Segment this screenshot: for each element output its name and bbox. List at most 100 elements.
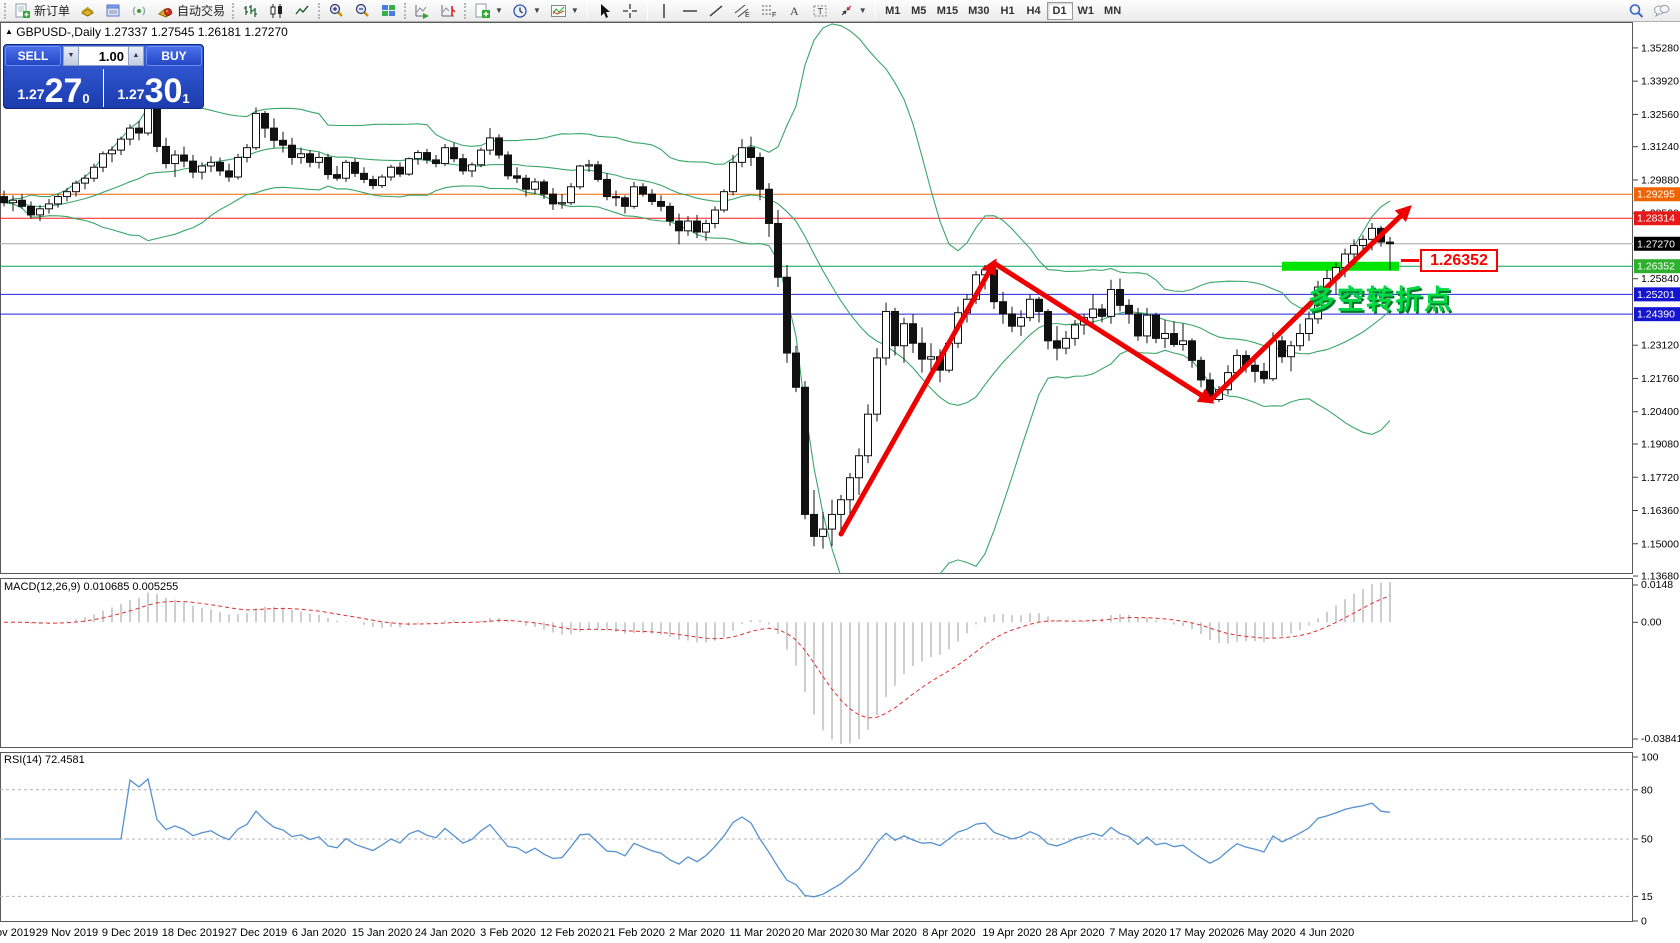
sell-price-prefix: 1.27: [17, 86, 44, 102]
svg-text:1.29880: 1.29880: [1641, 174, 1679, 186]
timeframe-m30[interactable]: M30: [963, 2, 994, 20]
tile-windows-icon: [380, 3, 397, 19]
text-label-tool-button[interactable]: T: [808, 1, 833, 21]
chat-icon[interactable]: [1653, 3, 1670, 19]
svg-text:1.31240: 1.31240: [1641, 141, 1679, 153]
sell-price-display[interactable]: 1.27 27 0: [4, 67, 103, 109]
svg-text:1.33920: 1.33920: [1641, 76, 1679, 88]
auto-trading-icon: [157, 3, 174, 19]
trendline-tool-button[interactable]: [704, 1, 729, 21]
new-order-button[interactable]: 新订单: [10, 1, 74, 21]
channel-tool-button[interactable]: E: [730, 1, 755, 21]
search-icon[interactable]: [1628, 3, 1645, 19]
macd-label: MACD(12,26,9) 0.010685 0.005255: [4, 581, 178, 593]
svg-text:1.27270: 1.27270: [1637, 238, 1675, 250]
horizontal-line-tool-button[interactable]: [678, 1, 703, 21]
price-axis: 1.352801.339201.325601.312401.298801.285…: [1633, 42, 1680, 582]
market-watch-button[interactable]: [75, 1, 100, 21]
signal-icon: [131, 3, 148, 19]
vertical-line-tool-button[interactable]: [652, 1, 677, 21]
vertical-line-icon: [656, 3, 673, 19]
toolbar-separator: [647, 2, 648, 20]
rsi-pane[interactable]: 1008050150: [0, 752, 1659, 928]
timeframe-d1[interactable]: D1: [1047, 2, 1073, 20]
line-chart-mode-button[interactable]: [290, 1, 315, 21]
svg-text:20 Mar 2020: 20 Mar 2020: [792, 927, 854, 939]
volume-input[interactable]: 1.00: [79, 46, 128, 66]
timeframe-m15[interactable]: M15: [932, 2, 963, 20]
tile-windows-button[interactable]: [376, 1, 401, 21]
new-chart-button[interactable]: ▼: [470, 1, 507, 21]
clock-icon: [512, 3, 529, 19]
svg-text:1.35280: 1.35280: [1641, 42, 1679, 54]
candle-chart-mode-button[interactable]: [264, 1, 289, 21]
svg-text:17 May 2020: 17 May 2020: [1169, 927, 1233, 939]
periods-button[interactable]: ▼: [508, 1, 545, 21]
rsi-line: [4, 779, 1390, 897]
svg-text:1.25201: 1.25201: [1637, 289, 1675, 301]
data-window-button[interactable]: [101, 1, 126, 21]
trendline-icon: [708, 3, 725, 19]
turning-point-note[interactable]: 多空转折点: [1308, 278, 1453, 317]
sell-button[interactable]: SELL: [5, 46, 61, 66]
zoom-out-icon: [354, 3, 371, 19]
auto-scroll-icon: [414, 3, 431, 19]
buy-price-display[interactable]: 1.27 30 1: [104, 67, 203, 109]
price-flag-label[interactable]: 1.26352: [1420, 249, 1498, 272]
volume-down-button[interactable]: ▼: [63, 46, 79, 66]
equidistant-channel-icon: E: [734, 3, 751, 19]
svg-text:21 Feb 2020: 21 Feb 2020: [603, 927, 665, 939]
cursor-icon: [596, 3, 613, 19]
svg-text:80: 80: [1641, 784, 1653, 796]
zigzag-arrow-2[interactable]: [994, 263, 1210, 401]
zigzag-arrow-1[interactable]: [841, 263, 994, 534]
chart-marker-icon: ▲: [5, 27, 13, 36]
crosshair-icon: [622, 3, 639, 19]
toolbar-separator: [875, 2, 876, 20]
timeframe-w1[interactable]: W1: [1073, 2, 1100, 20]
indicators-button[interactable]: ▼: [546, 1, 583, 21]
new-order-icon: [14, 3, 31, 19]
svg-text:50: 50: [1641, 834, 1653, 846]
cursor-tool-button[interactable]: [592, 1, 617, 21]
svg-text:19 Apr 2020: 19 Apr 2020: [982, 927, 1041, 939]
auto-trading-button[interactable]: 自动交易: [153, 1, 229, 21]
toolbar-grip: [232, 3, 235, 19]
date-axis[interactable]: 20 Nov 201929 Nov 20199 Dec 201918 Dec 2…: [0, 927, 1354, 939]
svg-text:29 Nov 2019: 29 Nov 2019: [36, 927, 98, 939]
zoom-in-button[interactable]: [324, 1, 349, 21]
bar-chart-icon: [242, 3, 259, 19]
bollinger-middle[interactable]: [4, 148, 1390, 406]
svg-text:12 Feb 2020: 12 Feb 2020: [540, 927, 602, 939]
candles-layer[interactable]: [1, 95, 1394, 549]
fibonacci-icon: F: [760, 3, 777, 19]
dropdown-caret: ▼: [571, 6, 579, 15]
chart-canvas[interactable]: 1.352801.339201.325601.312401.298801.285…: [0, 22, 1680, 943]
strategy-tester-button[interactable]: [127, 1, 152, 21]
bollinger-lower[interactable]: [4, 186, 1390, 623]
main-pane[interactable]: [0, 24, 1633, 623]
text-tool-button[interactable]: A: [782, 1, 807, 21]
main-toolbar: 新订单 自动交易 ▼ ▼: [0, 0, 1680, 22]
svg-text:1.26352: 1.26352: [1637, 261, 1675, 273]
svg-text:T: T: [817, 6, 823, 16]
crosshair-tool-button[interactable]: [618, 1, 643, 21]
bar-chart-mode-button[interactable]: [238, 1, 263, 21]
timeframe-mn[interactable]: MN: [1099, 2, 1126, 20]
fibonacci-tool-button[interactable]: F: [756, 1, 781, 21]
buy-button[interactable]: BUY: [146, 46, 202, 66]
svg-text:6 Jan 2020: 6 Jan 2020: [292, 927, 346, 939]
one-click-trading-panel: SELL ▼ 1.00 ▲ BUY 1.27 27 0 1.27 30 1: [3, 44, 204, 109]
auto-scroll-button[interactable]: [410, 1, 435, 21]
chart-shift-button[interactable]: [436, 1, 461, 21]
timeframe-h1[interactable]: H1: [995, 2, 1021, 20]
svg-text:1.25840: 1.25840: [1641, 273, 1679, 285]
macd-pane[interactable]: 0.01480.00-0.038415: [4, 579, 1680, 745]
svg-text:A: A: [790, 4, 799, 18]
zoom-out-button[interactable]: [350, 1, 375, 21]
timeframe-h4[interactable]: H4: [1021, 2, 1047, 20]
timeframe-m1[interactable]: M1: [880, 2, 906, 20]
arrows-tool-button[interactable]: ▼: [834, 1, 871, 21]
timeframe-m5[interactable]: M5: [906, 2, 932, 20]
volume-up-button[interactable]: ▲: [128, 46, 144, 66]
